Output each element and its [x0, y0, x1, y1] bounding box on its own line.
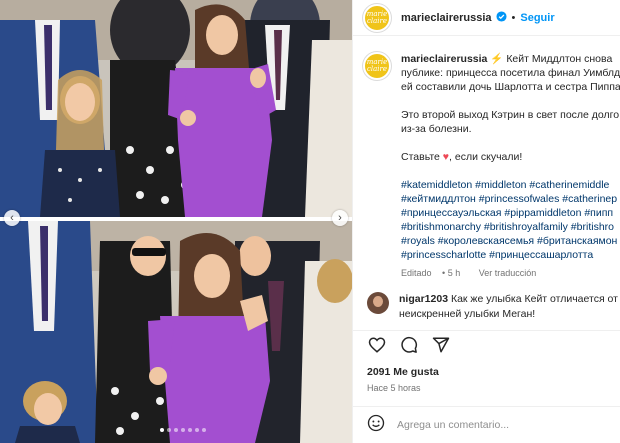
- likes-count[interactable]: 2091 Me gusta: [367, 366, 439, 378]
- post-photo-bottom: [0, 221, 352, 443]
- hashtag-line[interactable]: #katemiddleton #middleton #catherinemidd…: [401, 178, 620, 192]
- hashtag-list: #katemiddleton #middleton #catherinemidd…: [401, 178, 620, 262]
- commenter-username[interactable]: nigar1203: [399, 293, 448, 305]
- comment-text-line: Как же улыбка Кейт отличается от: [450, 293, 618, 305]
- comment-icon: [401, 336, 418, 353]
- caption-author-avatar[interactable]: marie claire: [363, 52, 391, 80]
- emoji-button[interactable]: [367, 414, 385, 437]
- caption-text: , если скучали!: [449, 151, 523, 163]
- post-actions: [367, 335, 451, 355]
- carousel-next-button[interactable]: ›: [332, 210, 348, 226]
- verified-badge-icon: [495, 9, 507, 27]
- follow-button[interactable]: Seguir: [520, 12, 554, 24]
- separator-dot: •: [511, 11, 516, 24]
- post-header: marie claire marieclairerussia • Seguir: [353, 0, 620, 36]
- hashtag-line[interactable]: #royals #королевскаясемья #британскаямон: [401, 234, 620, 248]
- see-translation-link[interactable]: Ver traducción: [479, 268, 537, 278]
- carousel-dot: [160, 428, 164, 432]
- account-username[interactable]: marieclairerussia: [401, 12, 492, 24]
- share-icon: [432, 337, 450, 353]
- post-caption: marie claire marieclairerussia ⚡ Кейт Ми…: [363, 52, 620, 280]
- avatar-logo-text: claire: [366, 65, 388, 73]
- add-comment-bar: [353, 406, 620, 443]
- caption-cta-line: Ставьте ♥, если скучали!: [401, 150, 620, 164]
- caption-text-line: публике: принцесса посетила финал Уимблд: [401, 67, 620, 79]
- comment-input[interactable]: [397, 419, 597, 431]
- carousel-dot: [195, 428, 199, 432]
- hashtag-line[interactable]: #кейтмиддлтон #princessofwales #catherin…: [401, 192, 620, 206]
- edited-label: Editado • 5 h: [401, 268, 461, 278]
- avatar-logo-text: claire: [366, 16, 388, 25]
- carousel-prev-button[interactable]: ‹: [4, 210, 20, 226]
- carousel-dot: [202, 428, 206, 432]
- hashtag-line[interactable]: #princesscharlotte #принцессашарлотта: [401, 248, 620, 262]
- caption-username[interactable]: marieclairerussia: [401, 53, 487, 65]
- comment-text-line: неискренней улыбки Меган!: [399, 308, 536, 320]
- caption-meta: Editado • 5 h Ver traducción: [401, 266, 620, 280]
- caption-text: Ставьте: [401, 151, 443, 163]
- post-details-panel: marie claire marieclairerussia • Seguir …: [352, 0, 620, 443]
- share-button[interactable]: [431, 335, 451, 355]
- caption-text-line: ей составили дочь Шарлотта и сестра Пипп…: [401, 81, 620, 93]
- hashtag-line[interactable]: #принцессауэльская #pippamiddleton #пипп: [401, 206, 620, 220]
- emoji-icon: [367, 414, 385, 431]
- hashtag-line[interactable]: #britishmonarchy #britishroyalfamily #br…: [401, 220, 620, 234]
- chevron-right-icon: ›: [338, 211, 342, 224]
- post-media-carousel[interactable]: ‹ ›: [0, 0, 352, 443]
- like-button[interactable]: [367, 335, 387, 355]
- caption-text-line: из-за болезни.: [401, 123, 472, 135]
- heart-icon: [368, 337, 386, 353]
- caption-text-line: ⚡ Кейт Миддлтон снова: [490, 53, 613, 65]
- comment-item: nigar1203 Как же улыбка Кейт отличается …: [367, 292, 620, 322]
- carousel-indicator: [160, 428, 206, 432]
- post-timestamp[interactable]: Hace 5 horas: [367, 383, 421, 393]
- carousel-dot: [181, 428, 185, 432]
- comment-button[interactable]: [399, 335, 419, 355]
- caption-text-line: Это второй выход Кэтрин в свет после дол…: [401, 109, 620, 121]
- account-avatar[interactable]: marie claire: [363, 3, 391, 32]
- post-photo-top: [0, 0, 352, 217]
- actions-divider: [353, 330, 620, 331]
- chevron-left-icon: ‹: [10, 211, 14, 224]
- carousel-dot: [167, 428, 171, 432]
- carousel-dot: [188, 428, 192, 432]
- carousel-dot: [174, 428, 178, 432]
- commenter-avatar[interactable]: [367, 292, 389, 314]
